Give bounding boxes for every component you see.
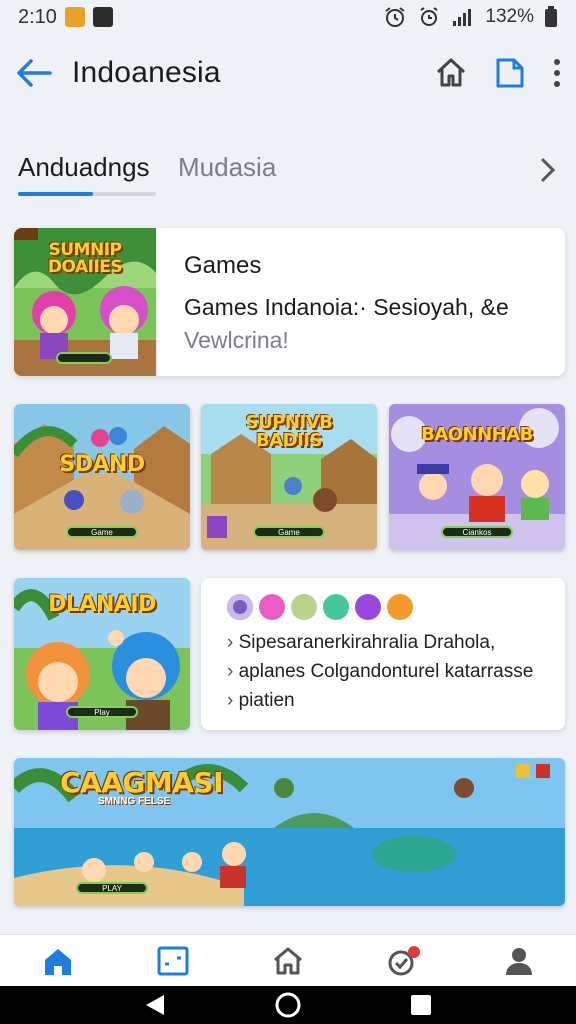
featured-heading: Games: [184, 252, 262, 279]
pink-face-icon: [259, 594, 285, 620]
promo-info-card[interactable]: Sipesaranerkirahralia Drahola, aplanes C…: [201, 578, 565, 730]
promo-thumb-title: DLANAID: [48, 592, 156, 617]
alarm-clock-icon: [420, 7, 438, 26]
banner-thumbnail[interactable]: CAAGMASI SMNNG FELSE PLAY: [14, 758, 565, 906]
house-outline-icon[interactable]: [272, 946, 304, 976]
game-thumbnail-3[interactable]: BAONNHAB Ciankos: [389, 404, 565, 550]
tab-progress-fill: [18, 192, 93, 196]
battery-text: 132%: [485, 6, 534, 27]
featured-thumb-title: SUMNIP DOAIIES: [47, 240, 123, 277]
promo-thumbnail[interactable]: DLANAID Play: [14, 578, 190, 730]
promo-thumb-button[interactable]: Play: [66, 706, 138, 718]
notification-dark-icon: [92, 7, 113, 27]
purple-face-icon: [227, 594, 253, 620]
featured-subtitle: Games Indanoia:· Sesioyah, &e: [184, 294, 509, 320]
profile-icon[interactable]: [504, 946, 534, 976]
bottom-nav: [0, 934, 576, 986]
emoji-icon-row: [227, 594, 413, 620]
back-arrow-icon[interactable]: [14, 56, 54, 90]
battery-icon: [545, 6, 557, 27]
bookmark-icon[interactable]: [494, 57, 526, 89]
orange-face-icon: [387, 594, 413, 620]
badge-icon[interactable]: [387, 945, 421, 977]
promo-line-1: Sipesaranerkirahralia Drahola,: [227, 628, 533, 657]
thumb-3-button[interactable]: Ciankos: [441, 526, 513, 538]
game-thumbnail-1[interactable]: SDAND Game: [14, 404, 190, 550]
promo-line-2: aplanes Colgandonturel katarrasse: [227, 657, 534, 686]
tab-mudasia[interactable]: Mudasia: [178, 152, 276, 183]
home-icon[interactable]: [42, 946, 74, 976]
notification-orange-icon: [64, 7, 85, 27]
signal-icon: [453, 9, 472, 26]
thumb-2-button[interactable]: Game: [253, 526, 325, 538]
system-nav-bar: [0, 986, 576, 1024]
tab-bar: Anduadngs Mudasia: [18, 148, 558, 200]
banner-subtitle: SMNNG FELSE: [98, 796, 171, 807]
violet-face-icon: [355, 594, 381, 620]
tab-anduadngs[interactable]: Anduadngs: [18, 152, 150, 183]
chevron-right-icon[interactable]: [538, 156, 558, 184]
featured-subtitle-secondary: Vewlcrina!: [184, 327, 289, 353]
thumb-3-title: BAONNHAB: [421, 424, 533, 445]
thumb-2-title: SUPNIVB BADIIS: [245, 412, 333, 451]
status-time: 2:10: [18, 5, 57, 28]
alarm-icon: [385, 7, 405, 27]
tab-progress-bar: [18, 192, 156, 196]
banner-title: CAAGMASI: [60, 766, 224, 799]
banner-button[interactable]: PLAY: [76, 882, 148, 894]
green-face-icon: [291, 594, 317, 620]
featured-thumbnail[interactable]: SUMNIP DOAIIES: [14, 228, 156, 376]
featured-card[interactable]: SUMNIP DOAIIES Games Games Indanoia:· Se…: [14, 228, 565, 376]
gallery-icon[interactable]: [157, 946, 189, 976]
game-thumbnail-2[interactable]: SUPNIVB BADIIS Game: [201, 404, 377, 550]
back-triangle-icon[interactable]: [144, 993, 166, 1017]
status-bar: 2:10 132%: [0, 0, 576, 34]
teal-face-icon: [323, 594, 349, 620]
featured-thumb-button: [56, 352, 112, 364]
home-circle-icon[interactable]: [274, 991, 302, 1019]
thumb-1-title: SDAND: [59, 452, 145, 477]
more-vert-icon[interactable]: [552, 58, 562, 88]
thumb-1-button[interactable]: Game: [66, 526, 138, 538]
recents-square-icon[interactable]: [410, 994, 432, 1016]
home-icon[interactable]: [434, 56, 468, 90]
promo-line-3: piatien: [227, 686, 533, 715]
app-bar: Indoanesia: [0, 40, 576, 106]
page-title: Indoanesia: [72, 56, 221, 89]
